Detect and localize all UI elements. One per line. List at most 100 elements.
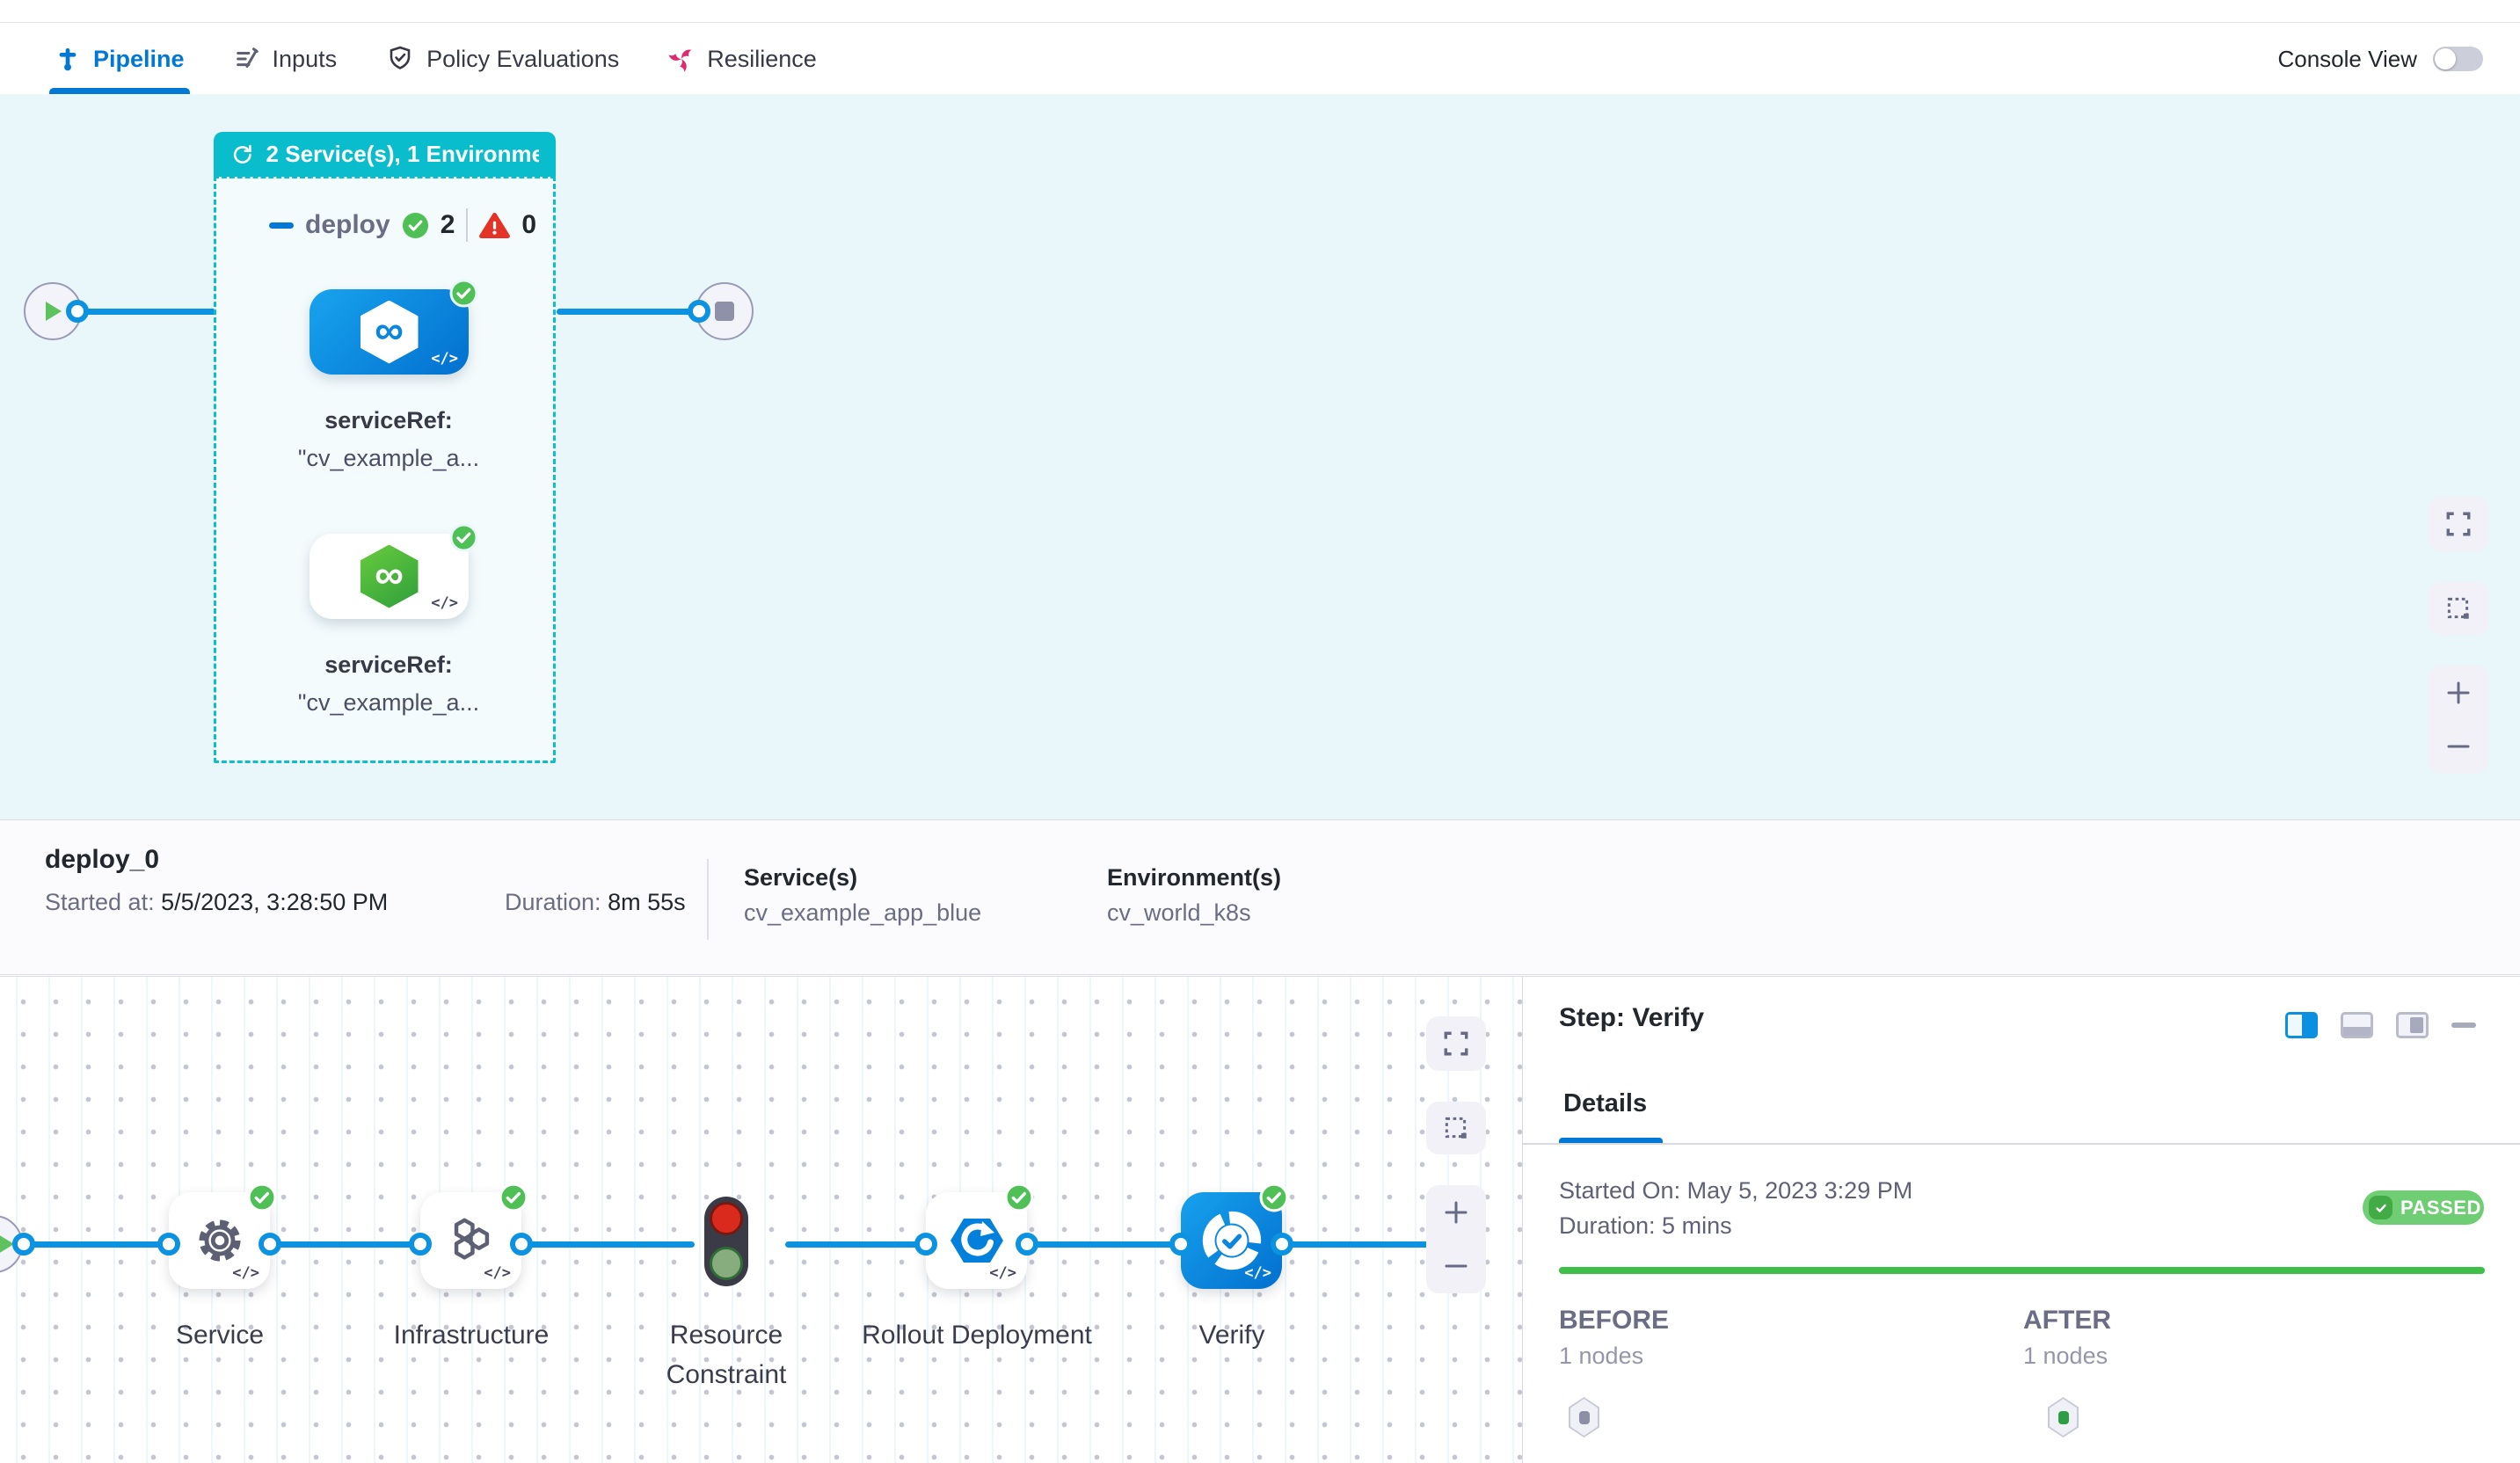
zoom-in-icon[interactable] [2445,680,2472,706]
step-label: Infrastructure [356,1315,586,1355]
services-value: cv_example_app_blue [744,899,981,927]
green-light [710,1247,743,1280]
stage-services-badge[interactable]: 2 Service(s), 1 Environme... [214,132,556,177]
after-label: AFTER [2023,1306,2111,1336]
step-node-infrastructure[interactable]: </> [420,1192,521,1289]
success-check-icon [449,523,478,557]
select-area-button[interactable] [1426,1102,1486,1154]
success-check-icon [1259,1183,1289,1217]
environments-label: Environment(s) [1107,864,1281,892]
edge [24,1241,170,1248]
select-area-button[interactable] [2429,582,2488,635]
tab-pipeline[interactable]: Pipeline [55,24,185,94]
service-node-2[interactable]: ∞ </> [310,534,469,619]
resource-constraint-icon[interactable] [704,1197,748,1286]
console-view-label: Console View [2277,46,2417,73]
step-node-service[interactable]: </> [169,1192,270,1289]
before-node-icon[interactable] [1569,1397,1599,1438]
rollout-icon [945,1212,1009,1269]
fullscreen-button[interactable] [1426,1016,1486,1071]
edge [269,1241,421,1248]
connector-dot [409,1233,432,1256]
tab-label: Inputs [273,46,338,73]
edge [785,1241,927,1248]
zoom-in-icon[interactable] [1443,1199,1469,1226]
connector-dot [66,300,89,323]
step-started-on: Started On: May 5, 2023 3:29 PM [1559,1177,1912,1205]
collapse-stage-icon[interactable] [269,222,294,229]
shield-check-icon [386,45,414,73]
execution-graph-canvas[interactable]: </> Service </> Infrastructure Resource … [0,976,1523,1463]
step-label: Rollout Deployment [862,1315,1092,1355]
fullscreen-icon [2444,510,2473,538]
status-badge: PASSED [2363,1190,2484,1225]
success-count: 2 [441,210,455,240]
console-view-toggle[interactable] [2433,47,2483,71]
before-count: 1 nodes [1559,1343,1643,1370]
chaos-icon [668,46,695,72]
layout-floating-panel-icon[interactable] [2396,1012,2429,1038]
fullscreen-icon [1442,1030,1470,1058]
stage-graph-canvas[interactable]: 2 Service(s), 1 Environme... deploy 2 0 … [0,94,2520,819]
failed-count-icon [479,212,510,239]
tab-resilience[interactable]: Resilience [668,24,817,94]
duration: Duration: 8m 55s [505,889,686,916]
connector-dot [688,300,710,323]
connector-dot [1271,1233,1293,1256]
connector-dot [1016,1233,1038,1256]
harness-logo-icon: ∞ [361,545,419,608]
edge-stage-to-end [557,309,699,315]
code-icon: </> [484,1264,511,1282]
fullscreen-button[interactable] [2429,497,2488,551]
panel-layout-controls [2285,1012,2476,1038]
loop-icon [230,142,255,168]
zoom-controls [2429,666,2488,774]
after-node-icon[interactable] [2048,1397,2079,1438]
layout-right-panel-icon[interactable] [2285,1012,2318,1038]
minimize-panel-icon[interactable] [2451,1023,2476,1028]
step-node-rollout-deployment[interactable]: </> [926,1192,1027,1289]
success-check-icon [499,1183,528,1217]
connector-dot [510,1233,533,1256]
success-check-icon [449,279,478,312]
connector-dot [1169,1233,1192,1256]
service-node-2-label: serviceRef: "cv_example_a... [274,646,503,722]
console-view-control: Console View [2277,46,2520,73]
success-check-icon [1004,1183,1034,1217]
gear-icon [193,1213,247,1268]
failed-count: 0 [521,210,536,240]
stage-run-summary: deploy_0 Started at: 5/5/2023, 3:28:50 P… [0,819,2520,975]
before-label: BEFORE [1559,1306,1669,1336]
inputs-icon [234,46,260,72]
after-count: 1 nodes [2023,1343,2108,1370]
zoom-out-icon[interactable] [1443,1253,1469,1279]
environments-value: cv_world_k8s [1107,899,1251,927]
stage-badge-label: 2 Service(s), 1 Environme... [266,141,539,168]
step-node-verify[interactable]: </> [1181,1192,1282,1289]
step-label: Resource Constraint [611,1315,841,1394]
tab-inputs[interactable]: Inputs [234,24,338,94]
zoom-out-icon[interactable] [2445,733,2472,760]
service-node-1-label: serviceRef: "cv_example_a... [274,402,503,477]
infrastructure-icon [444,1213,499,1268]
play-icon [42,300,63,323]
divider [466,208,468,242]
tab-details[interactable]: Details [1563,1089,1647,1118]
code-icon: </> [232,1264,259,1282]
code-icon: </> [431,594,458,612]
tab-label: Resilience [707,46,817,73]
tab-label: Policy Evaluations [426,46,619,73]
stage-run-name: deploy_0 [45,845,159,875]
tab-policy-evaluations[interactable]: Policy Evaluations [386,24,619,94]
marquee-icon [1442,1114,1470,1142]
toggle-knob [2435,48,2456,69]
layout-bottom-panel-icon[interactable] [2341,1012,2373,1038]
harness-logo-icon: ∞ [361,301,419,364]
service-node-1[interactable]: ∞ </> [310,289,469,375]
top-strip [0,0,2520,23]
pipeline-execution-page: Pipeline Inputs Policy Evaluations Resil… [0,0,2520,1463]
divider [1523,1143,2520,1145]
stage-name: deploy [305,210,390,240]
code-icon: </> [1244,1264,1271,1282]
status-text: PASSED [2400,1197,2481,1219]
